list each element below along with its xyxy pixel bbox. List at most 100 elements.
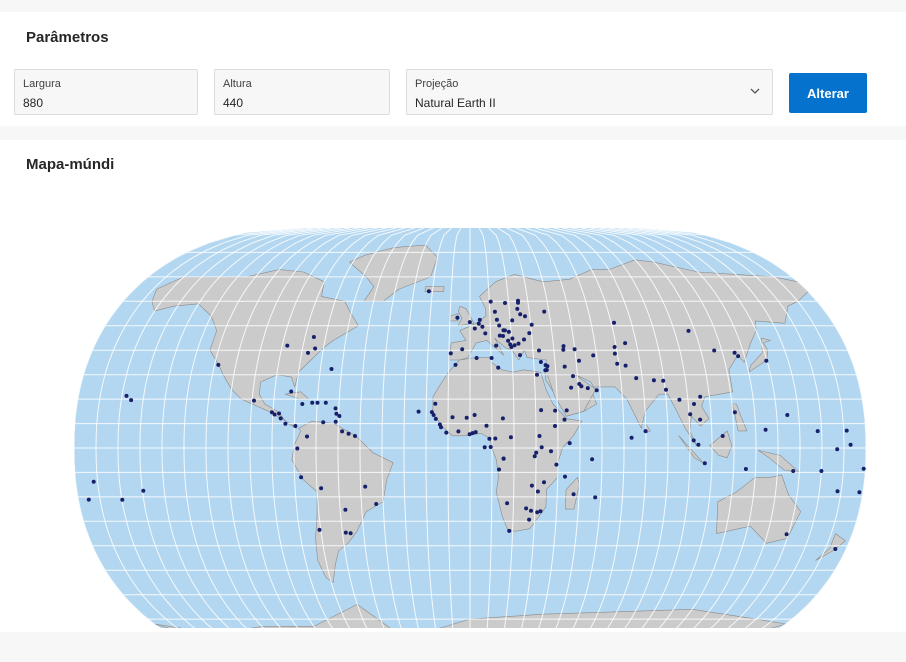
location-marker[interactable] — [455, 315, 460, 320]
location-marker[interactable] — [516, 300, 520, 305]
location-marker[interactable] — [736, 354, 741, 359]
projection-select[interactable]: Projeção Natural Earth II — [406, 69, 773, 115]
chevron-down-icon[interactable] — [750, 86, 760, 96]
location-marker[interactable] — [343, 530, 348, 535]
location-marker[interactable] — [686, 328, 691, 333]
location-marker[interactable] — [537, 434, 542, 438]
location-marker[interactable] — [629, 435, 634, 440]
location-marker[interactable] — [494, 343, 499, 348]
location-marker[interactable] — [564, 408, 569, 413]
location-marker[interactable] — [480, 324, 485, 329]
location-marker[interactable] — [493, 436, 498, 441]
location-marker[interactable] — [507, 528, 512, 533]
location-marker[interactable] — [784, 532, 789, 537]
location-marker[interactable] — [374, 502, 379, 506]
apply-button[interactable]: Alterar — [789, 73, 867, 113]
location-marker[interactable] — [489, 356, 494, 360]
location-marker[interactable] — [538, 360, 543, 364]
location-marker[interactable] — [743, 467, 748, 471]
location-marker[interactable] — [534, 450, 539, 455]
location-marker[interactable] — [542, 309, 547, 314]
location-marker[interactable] — [305, 434, 309, 439]
height-input[interactable]: 440 — [223, 96, 243, 110]
location-marker[interactable] — [477, 317, 482, 322]
location-marker[interactable] — [503, 301, 507, 305]
location-marker[interactable] — [732, 410, 737, 415]
location-marker[interactable] — [815, 429, 820, 434]
location-marker[interactable] — [553, 424, 557, 428]
location-marker[interactable] — [467, 320, 472, 325]
location-marker[interactable] — [579, 384, 584, 389]
location-marker[interactable] — [487, 436, 492, 441]
location-marker[interactable] — [337, 414, 342, 418]
location-marker[interactable] — [539, 408, 544, 413]
location-marker[interactable] — [426, 289, 431, 294]
location-marker[interactable] — [612, 345, 617, 349]
location-marker[interactable] — [506, 338, 511, 343]
location-marker[interactable] — [295, 446, 300, 451]
location-marker[interactable] — [835, 489, 840, 494]
location-marker[interactable] — [431, 413, 436, 417]
location-marker[interactable] — [494, 317, 499, 322]
location-marker[interactable] — [585, 386, 590, 391]
location-marker[interactable] — [688, 412, 693, 417]
location-marker[interactable] — [277, 411, 281, 416]
location-marker[interactable] — [300, 402, 305, 406]
location-marker[interactable] — [702, 461, 707, 466]
location-marker[interactable] — [306, 350, 310, 355]
location-marker[interactable] — [474, 356, 479, 360]
location-marker[interactable] — [522, 337, 526, 342]
location-marker[interactable] — [785, 413, 790, 417]
location-marker[interactable] — [333, 419, 338, 424]
location-marker[interactable] — [791, 469, 796, 473]
location-marker[interactable] — [562, 364, 567, 369]
location-marker[interactable] — [340, 429, 345, 434]
location-marker[interactable] — [450, 415, 455, 420]
location-marker[interactable] — [518, 312, 523, 317]
location-marker[interactable] — [508, 435, 513, 440]
location-marker[interactable] — [549, 449, 553, 454]
location-marker[interactable] — [529, 322, 534, 327]
location-marker[interactable] — [698, 394, 703, 399]
location-marker[interactable] — [512, 343, 517, 348]
location-marker[interactable] — [612, 320, 616, 325]
location-marker[interactable] — [319, 486, 324, 491]
location-marker[interactable] — [488, 299, 493, 304]
location-marker[interactable] — [544, 368, 549, 372]
world-map[interactable] — [0, 180, 906, 628]
location-marker[interactable] — [492, 309, 497, 314]
location-marker[interactable] — [732, 350, 737, 355]
location-marker[interactable] — [448, 351, 453, 356]
location-marker[interactable] — [623, 341, 628, 346]
location-marker[interactable] — [293, 424, 298, 428]
location-marker[interactable] — [591, 353, 596, 358]
location-marker[interactable] — [252, 398, 256, 403]
location-marker[interactable] — [577, 358, 581, 363]
location-marker[interactable] — [691, 438, 696, 443]
location-marker[interactable] — [612, 351, 617, 356]
location-marker[interactable] — [86, 497, 91, 502]
location-marker[interactable] — [594, 388, 599, 393]
location-marker[interactable] — [497, 467, 501, 472]
location-marker[interactable] — [460, 347, 465, 352]
location-marker[interactable] — [537, 348, 541, 353]
location-marker[interactable] — [497, 323, 502, 328]
location-marker[interactable] — [527, 517, 532, 522]
location-marker[interactable] — [283, 421, 288, 426]
location-marker[interactable] — [505, 501, 510, 506]
location-marker[interactable] — [506, 329, 511, 334]
location-marker[interactable] — [363, 484, 368, 489]
location-marker[interactable] — [857, 490, 862, 495]
location-marker[interactable] — [516, 341, 521, 346]
width-input[interactable]: 880 — [23, 96, 43, 110]
location-marker[interactable] — [216, 362, 221, 367]
location-marker[interactable] — [501, 328, 506, 333]
location-marker[interactable] — [861, 466, 866, 471]
location-marker[interactable] — [464, 415, 469, 420]
location-marker[interactable] — [272, 412, 277, 417]
location-marker[interactable] — [472, 413, 477, 417]
location-marker[interactable] — [518, 353, 522, 358]
location-marker[interactable] — [484, 423, 489, 428]
location-marker[interactable] — [643, 429, 648, 434]
location-marker[interactable] — [456, 429, 461, 434]
